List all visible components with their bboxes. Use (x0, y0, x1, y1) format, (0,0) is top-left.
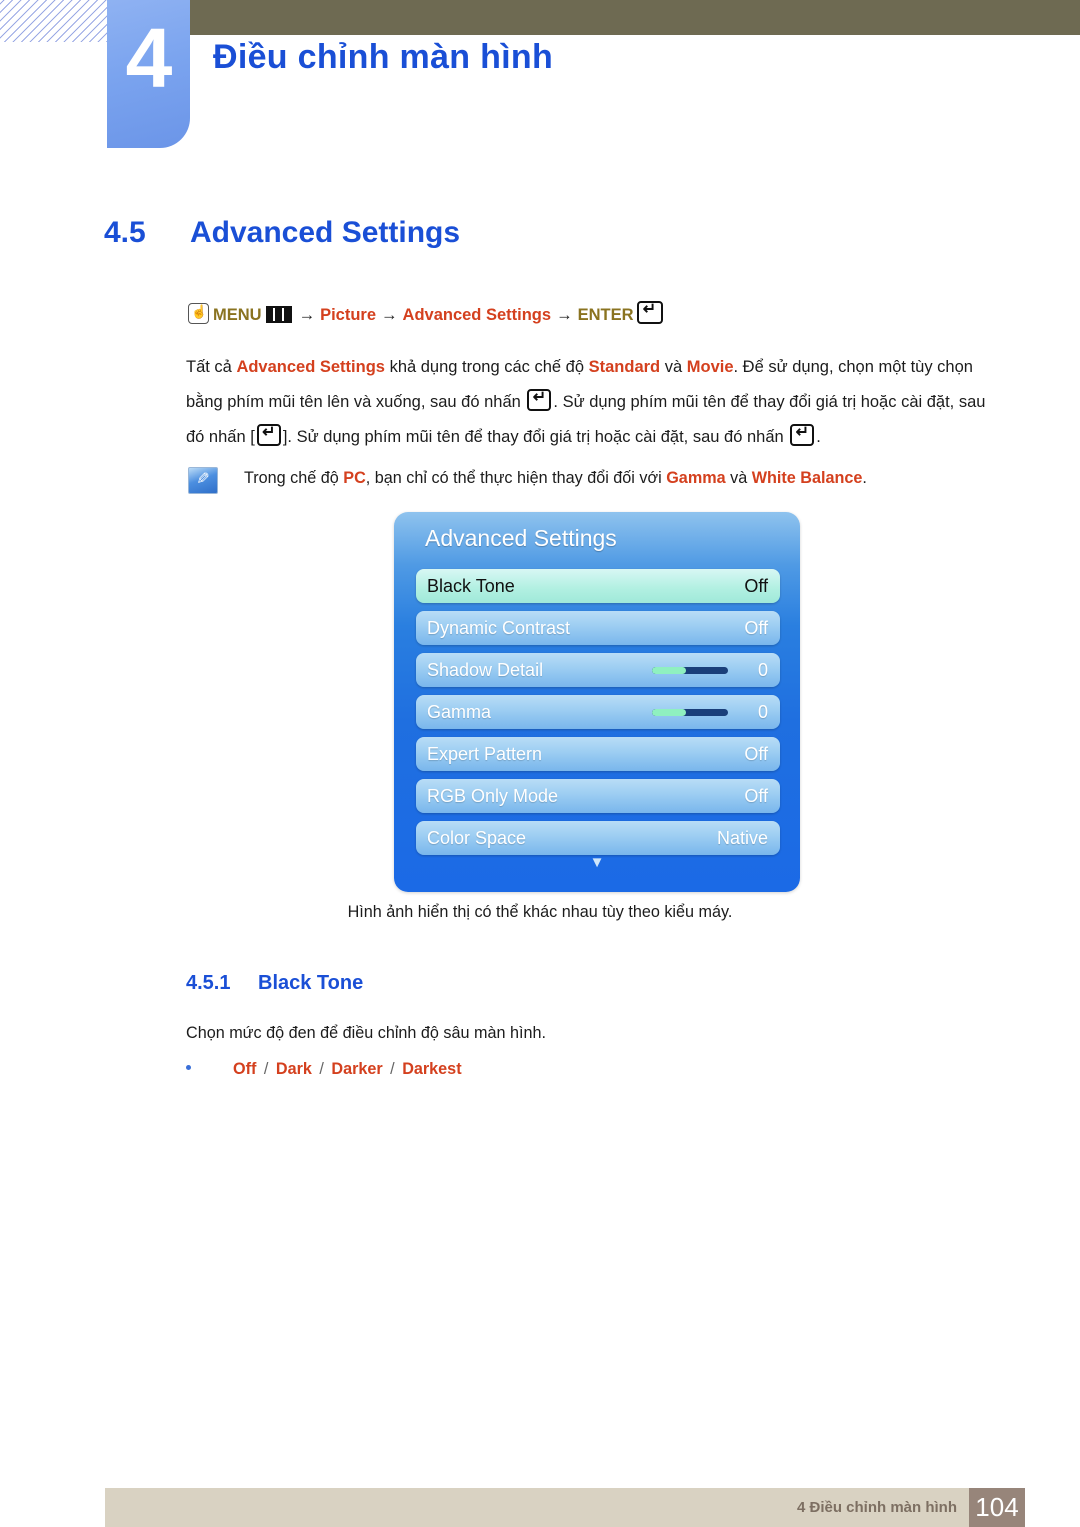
osd-row-value: 0 (757, 702, 768, 722)
osd-row-dynamic-contrast[interactable]: Dynamic Contrast Off (416, 611, 780, 645)
osd-row-black-tone[interactable]: Black Tone Off (416, 569, 780, 603)
hand-pointer-icon (188, 302, 209, 324)
osd-caption: Hình ảnh hiển thị có thể khác nhau tùy t… (347, 903, 733, 921)
path-advanced-settings: Advanced Settings (402, 306, 552, 324)
osd-row-label: Shadow Detail (427, 660, 544, 680)
intro-text-g: ]. Sử dụng phím mũi tên để thay đổi giá … (282, 428, 789, 446)
intro-bold-advanced-settings: Advanced Settings (236, 358, 385, 376)
note-bold-gamma: Gamma (666, 469, 726, 487)
osd-row-slider[interactable] (652, 667, 728, 674)
footer-band: 4 Điều chỉnh màn hình 104 (105, 1488, 1025, 1527)
osd-row-label: Color Space (427, 828, 527, 848)
note-text: Trong chế độ PC, bạn chỉ có thể thực hiệ… (188, 466, 1008, 490)
osd-row-value: Off (744, 786, 768, 806)
osd-row-label: RGB Only Mode (427, 786, 559, 806)
intro-text-h: . (816, 428, 821, 446)
osd-row-label: Expert Pattern (427, 744, 543, 764)
option-darkest: Darkest (402, 1060, 462, 1078)
note-text-c: , bạn chỉ có thể thực hiện thay đổi đối … (365, 469, 667, 487)
intro-text-c: khả dụng trong các chế độ (384, 358, 589, 376)
note-text-e: . (862, 469, 867, 487)
note-bold-pc: PC (343, 469, 366, 487)
option-off: Off (233, 1060, 257, 1078)
enter-key-icon (527, 388, 552, 411)
osd-row-color-space[interactable]: Color Space Native (416, 821, 780, 855)
menu-bars-icon (265, 306, 292, 323)
subsection-number: 4.5.1 (186, 972, 231, 994)
osd-row-gamma[interactable]: Gamma 0 (416, 695, 780, 729)
path-arrow-1: → (298, 306, 316, 324)
subsection-title: Black Tone (258, 972, 364, 994)
chapter-number: 4 (125, 11, 173, 105)
header-olive-bar (190, 0, 1080, 35)
intro-bold-movie: Movie (686, 358, 734, 376)
osd-row-label: Black Tone (427, 576, 515, 596)
intro-paragraph: Tất cả Advanced Settings khả dụng trong … (186, 350, 1004, 455)
osd-row-label: Dynamic Contrast (427, 618, 571, 638)
section-number: 4.5 (104, 216, 146, 249)
note-bold-white-balance: White Balance (751, 469, 863, 487)
note-text-a: Trong chế độ (244, 469, 344, 487)
osd-row-value: Off (744, 618, 768, 638)
osd-row-value: 0 (757, 660, 768, 680)
intro-bold-standard: Standard (588, 358, 661, 376)
corner-hatch-decoration (0, 0, 107, 42)
path-arrow-3: → (556, 306, 573, 324)
option-darker: Darker (331, 1060, 383, 1078)
path-enter: ENTER (577, 306, 634, 324)
option-list-item: Off / Dark / Darker / Darkest (186, 1060, 462, 1079)
path-arrow-2: → (381, 306, 398, 324)
note-pen-icon (188, 467, 218, 494)
osd-row-value: Off (744, 576, 768, 596)
subsection-heading: 4.5.1 Black Tone (186, 972, 363, 995)
enter-key-icon (636, 300, 663, 324)
osd-row-label: Gamma (427, 702, 492, 722)
option-separator: / (314, 1060, 329, 1078)
bullet-dot-icon (186, 1065, 191, 1070)
osd-row-expert-pattern[interactable]: Expert Pattern Off (416, 737, 780, 771)
chevron-down-icon[interactable]: ▼ (394, 855, 800, 870)
footer-chapter-label: 4 Điều chỉnh màn hình (796, 1499, 957, 1516)
option-separator: / (259, 1060, 273, 1078)
osd-row-value: Native (716, 828, 768, 848)
osd-row-rgb-only-mode[interactable]: RGB Only Mode Off (416, 779, 780, 813)
osd-row-slider[interactable] (652, 709, 728, 716)
note-block: Trong chế độ PC, bạn chỉ có thể thực hiệ… (188, 466, 1008, 494)
osd-slider-fill (652, 709, 687, 716)
path-picture: Picture (320, 306, 377, 324)
menu-label: MENU (213, 306, 262, 324)
osd-menu-list: Black Tone Off Dynamic Contrast Off Shadow D… (416, 569, 780, 863)
option-separator: / (385, 1060, 400, 1078)
menu-path-line: MENU→Picture→Advanced Settings→ENTER (188, 300, 663, 326)
subsection-description: Chọn mức độ đen để điều chỉnh độ sâu màn… (186, 1024, 547, 1042)
chapter-title: Điều chỉnh màn hình (213, 38, 554, 76)
osd-advanced-settings-panel: Advanced Settings Black Tone Off Dynamic C… (394, 512, 800, 892)
intro-text-d: và (660, 358, 687, 376)
osd-slider-fill (652, 667, 687, 674)
osd-row-shadow-detail[interactable]: Shadow Detail 0 (416, 653, 780, 687)
osd-row-value: Off (744, 744, 768, 764)
section-title: Advanced Settings (190, 216, 461, 249)
intro-text-a: Tất cả (186, 358, 237, 376)
enter-key-icon (790, 423, 815, 446)
note-text-d: và (725, 469, 752, 487)
chapter-number-badge: 4 (107, 0, 190, 148)
option-dark: Dark (275, 1060, 312, 1078)
osd-title: Advanced Settings (425, 525, 617, 551)
section-heading: 4.5 Advanced Settings (104, 216, 460, 250)
option-values: Off / Dark / Darker / Darkest (233, 1060, 462, 1078)
enter-key-icon (256, 423, 281, 446)
footer-page-number: 104 (969, 1488, 1025, 1527)
